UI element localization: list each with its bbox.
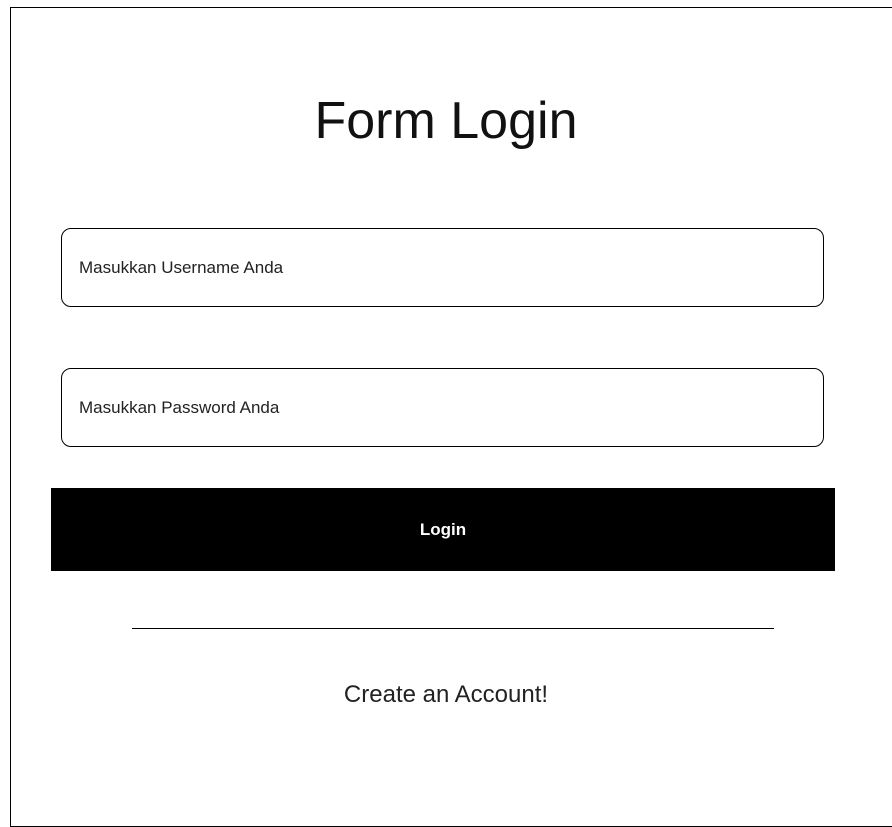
divider <box>132 628 774 629</box>
username-input[interactable] <box>61 228 824 307</box>
login-button[interactable]: Login <box>51 488 835 571</box>
password-input[interactable] <box>61 368 824 447</box>
page-title: Form Login <box>314 92 578 150</box>
create-account-link[interactable]: Create an Account! <box>0 683 892 707</box>
